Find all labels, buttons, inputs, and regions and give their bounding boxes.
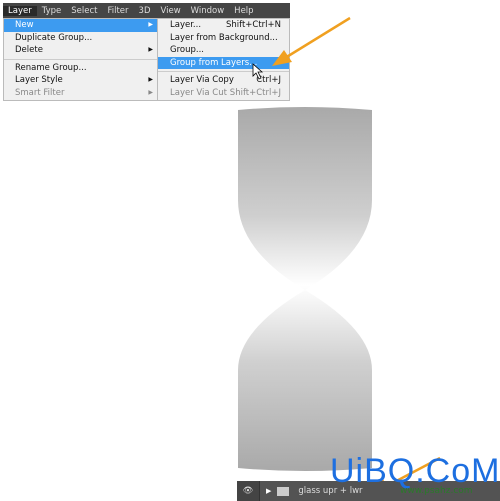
expand-triangle-icon[interactable]: ▶	[266, 487, 271, 495]
folder-icon	[277, 486, 290, 496]
watermark-url: www.psahz.com	[400, 486, 473, 496]
cursor-icon	[252, 63, 264, 80]
hourglass-shape	[238, 107, 372, 471]
canvas-overlay	[238, 16, 441, 493]
eye-icon[interactable]: 👁	[237, 481, 260, 501]
annotation-arrow-icon	[272, 16, 351, 66]
